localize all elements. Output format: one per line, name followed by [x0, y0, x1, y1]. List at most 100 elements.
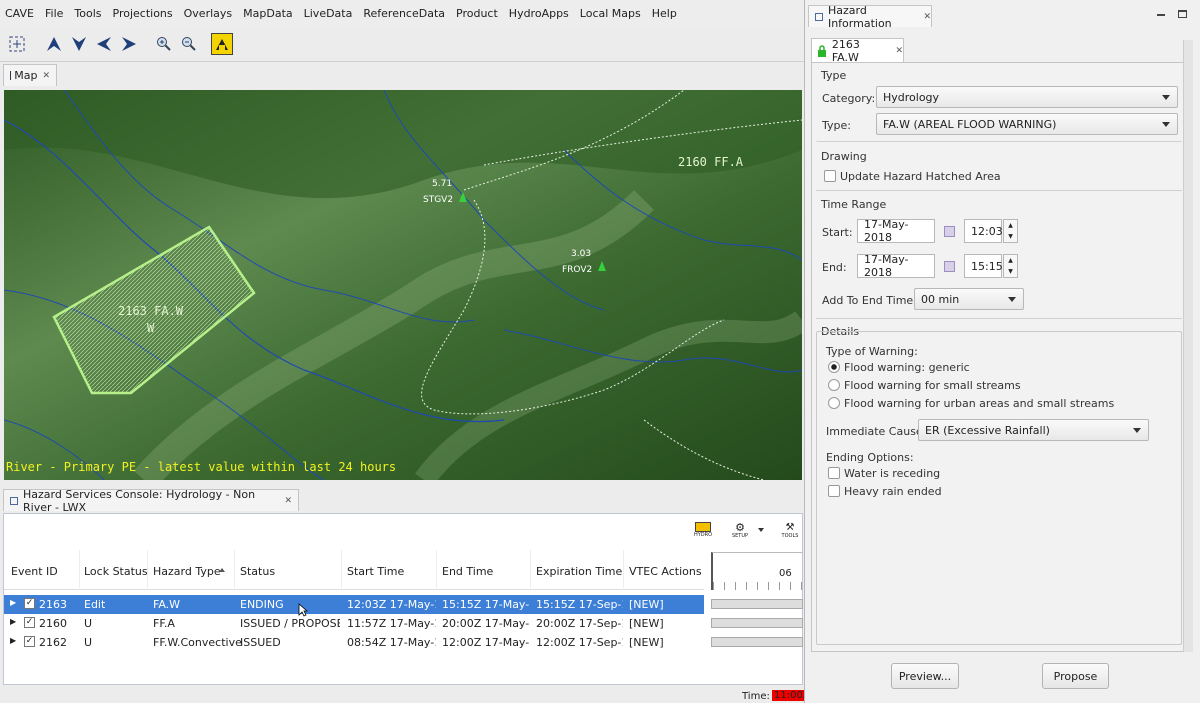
start-time-field[interactable]: 12:03	[964, 219, 1003, 243]
close-icon[interactable]: ✕	[284, 496, 292, 506]
menu-tools[interactable]: Tools	[74, 7, 101, 20]
console-tab-icon	[10, 496, 19, 505]
row-vtec: [NEW]	[629, 598, 664, 611]
warning-generic-label: Flood warning: generic	[844, 361, 970, 374]
chevron-down-icon[interactable]	[758, 528, 764, 532]
menu-cave[interactable]: CAVE	[5, 7, 34, 20]
time-value: 11:00Z	[772, 690, 804, 701]
hazard-services-icon[interactable]	[211, 32, 233, 55]
event-tab-label: 2163 FA.W	[831, 37, 860, 64]
setup-tool-button[interactable]: ⚙ SETUP	[726, 522, 754, 542]
warning-urban-radio[interactable]	[828, 397, 840, 409]
end-calendar-icon[interactable]	[944, 261, 955, 272]
row-checkbox[interactable]: ✓	[24, 598, 35, 609]
menu-mapdata[interactable]: MapData	[243, 7, 292, 20]
tools-tool-button[interactable]: ⚒ TOOLS	[778, 522, 802, 542]
menu-hydroapps[interactable]: HydroApps	[509, 7, 569, 20]
menu-file[interactable]: File	[45, 7, 63, 20]
pan-left-icon[interactable]	[93, 33, 115, 55]
col-expiration-time[interactable]: Expiration Time	[536, 565, 622, 578]
zoom-in-icon[interactable]	[153, 33, 175, 55]
time-range-label: Time Range	[821, 198, 887, 211]
preview-button[interactable]: Preview...	[891, 663, 959, 689]
start-time-spinner[interactable]: ▲ ▼	[1003, 219, 1018, 243]
expand-icon[interactable]: ▶	[10, 617, 16, 626]
type-label: Type:	[822, 119, 851, 132]
window-icon	[815, 12, 823, 21]
timeline-bar[interactable]	[711, 599, 803, 609]
chevron-down-icon	[1162, 122, 1170, 127]
type-select[interactable]: FA.W (AREAL FLOOD WARNING)	[876, 113, 1178, 135]
water-receding-checkbox[interactable]	[828, 467, 840, 479]
hazard-info-title-tab[interactable]: Hazard Information ✕	[808, 3, 932, 30]
table-row[interactable]: ▶ ✓ 2163 Edit FA.W ENDING 12:03Z 17-May-…	[4, 595, 704, 614]
heavy-rain-ended-checkbox[interactable]	[828, 485, 840, 497]
hydro-tool-button[interactable]: HYDRO	[692, 522, 714, 542]
pan-down-icon[interactable]	[68, 33, 90, 55]
end-date-field[interactable]: 17-May-2018	[857, 253, 935, 279]
start-calendar-icon[interactable]	[944, 226, 955, 237]
propose-button[interactable]: Propose	[1042, 663, 1109, 689]
warning-small-streams-radio[interactable]	[828, 379, 840, 391]
scrollbar[interactable]	[1183, 40, 1193, 652]
close-icon[interactable]: ✕	[895, 46, 903, 56]
add-end-time-select[interactable]: 00 min	[914, 288, 1024, 310]
expand-icon[interactable]: ▶	[10, 598, 16, 607]
row-exp: 15:15Z 17-Sep-18	[536, 598, 623, 611]
row-lock: U	[84, 636, 93, 649]
col-start-time[interactable]: Start Time	[347, 565, 404, 578]
tab-map[interactable]: Map ✕	[3, 64, 57, 86]
table-row[interactable]: ▶ ✓ 2162 U FF.W.Convective ISSUED 08:54Z…	[4, 633, 704, 652]
maximize-icon[interactable]	[1178, 10, 1187, 18]
tab-console[interactable]: Hazard Services Console: Hydrology - Non…	[3, 488, 299, 514]
immediate-cause-label: Immediate Cause:	[826, 425, 927, 438]
fit-map-icon[interactable]	[6, 33, 28, 55]
timeline-bar[interactable]	[711, 618, 803, 628]
chevron-down-icon	[1008, 297, 1016, 302]
pan-up-icon[interactable]	[43, 33, 65, 55]
expand-icon[interactable]: ▶	[10, 636, 16, 645]
hazard-event-tab[interactable]: 2163 FA.W ✕	[811, 37, 904, 64]
row-exp: 20:00Z 17-Sep-18	[536, 617, 623, 630]
timeline-bar[interactable]	[711, 637, 803, 647]
row-lock: U	[84, 617, 93, 630]
hazard-console: HYDRO ⚙ SETUP ⚒ TOOLS Event ID Lock Stat…	[3, 513, 805, 685]
row-event-id: 2163	[39, 598, 67, 611]
col-lock-status[interactable]: Lock Status	[84, 565, 148, 578]
hazard-label-2163-line2: W	[147, 321, 155, 335]
category-select[interactable]: Hydrology	[876, 86, 1178, 108]
minimize-icon[interactable]	[1157, 14, 1165, 16]
pan-right-icon[interactable]	[118, 33, 140, 55]
sort-asc-icon	[219, 568, 225, 572]
menu-help[interactable]: Help	[652, 7, 677, 20]
warning-generic-radio[interactable]	[828, 361, 840, 373]
end-time-field[interactable]: 15:15	[964, 254, 1003, 278]
close-icon[interactable]: ✕	[42, 71, 50, 81]
row-event-id: 2162	[39, 636, 67, 649]
map-view[interactable]: 2163 FA.W W 2160 FF.A 5.71 STGV2 3.03 FR…	[4, 90, 802, 480]
row-checkbox[interactable]: ✓	[24, 636, 35, 647]
close-icon[interactable]: ✕	[923, 12, 931, 22]
row-status: ENDING	[240, 598, 284, 611]
menu-product[interactable]: Product	[456, 7, 498, 20]
menu-livedata[interactable]: LiveData	[304, 7, 353, 20]
water-receding-label: Water is receding	[844, 467, 941, 480]
drawing-divider	[816, 190, 1182, 191]
start-date-field[interactable]: 17-May-2018	[857, 218, 935, 244]
table-row[interactable]: ▶ ✓ 2160 U FF.A ISSUED / PROPOSED 11:57Z…	[4, 614, 704, 633]
col-event-id[interactable]: Event ID	[11, 565, 58, 578]
end-time-spinner[interactable]: ▲ ▼	[1003, 254, 1018, 278]
menu-overlays[interactable]: Overlays	[184, 7, 233, 20]
col-end-time[interactable]: End Time	[442, 565, 493, 578]
menu-referencedata[interactable]: ReferenceData	[363, 7, 445, 20]
col-hazard-type[interactable]: Hazard Type	[153, 565, 221, 578]
immediate-cause-select[interactable]: ER (Excessive Rainfall)	[918, 419, 1149, 441]
menu-projections[interactable]: Projections	[113, 7, 173, 20]
update-hatched-checkbox[interactable]	[824, 170, 836, 182]
row-checkbox[interactable]: ✓	[24, 617, 35, 628]
menu-local-maps[interactable]: Local Maps	[580, 7, 641, 20]
col-vtec-actions[interactable]: VTEC Actions	[629, 565, 702, 578]
hazard-info-title: Hazard Information	[827, 3, 892, 30]
col-status[interactable]: Status	[240, 565, 275, 578]
zoom-out-icon[interactable]	[178, 33, 200, 55]
